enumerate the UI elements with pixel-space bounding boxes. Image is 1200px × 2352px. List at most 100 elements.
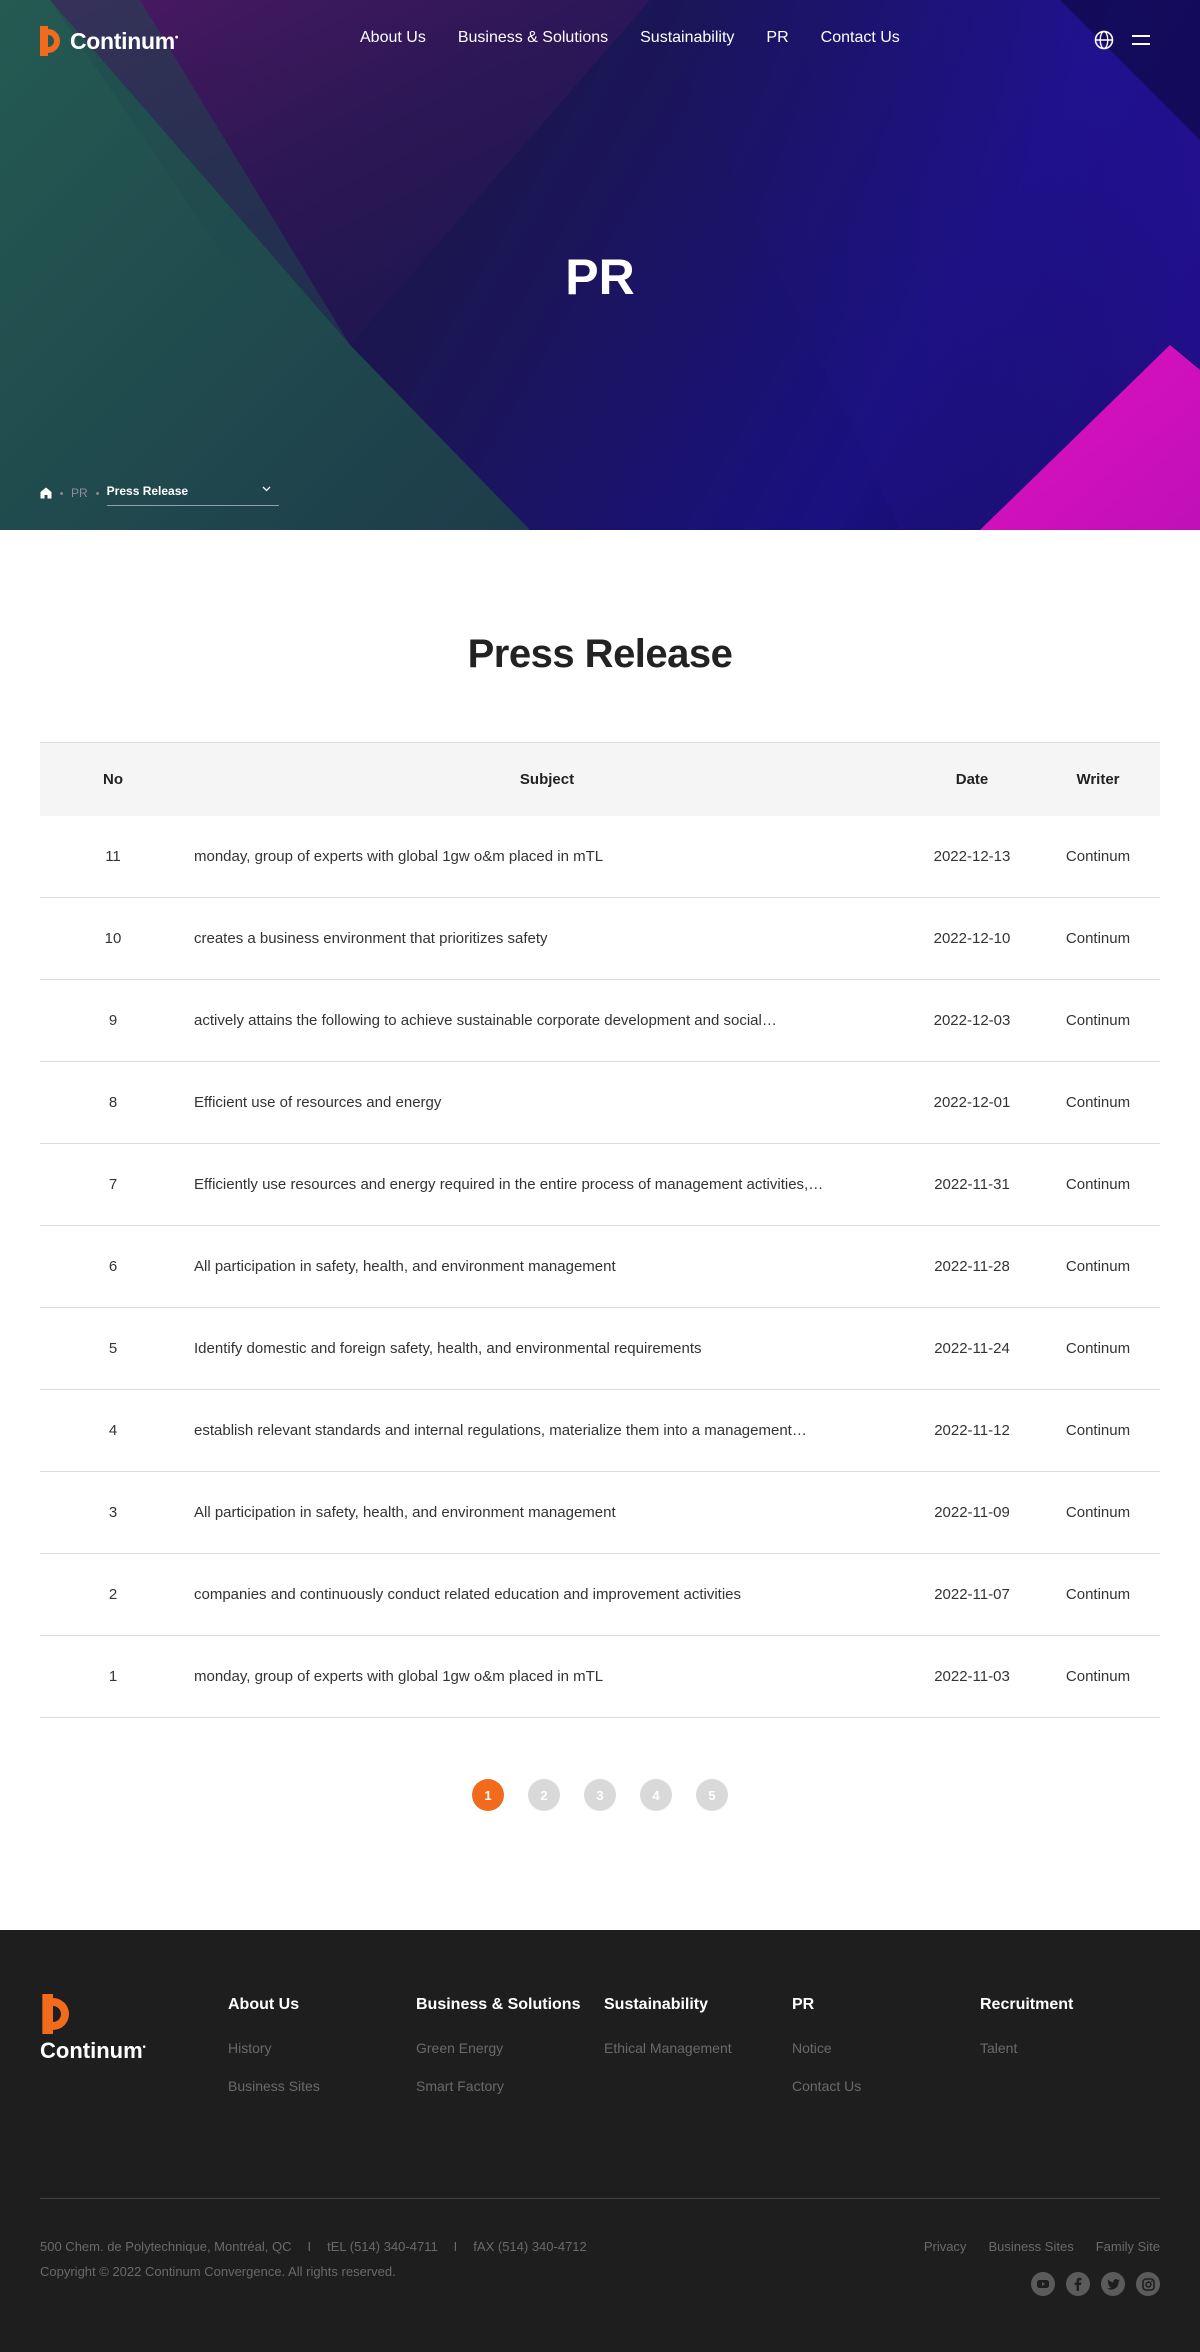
footer-col-title[interactable]: About Us	[228, 1996, 320, 2014]
row-subject-link[interactable]: Efficient use of resources and energy	[186, 1094, 908, 1111]
brand-trademark: •	[174, 31, 179, 43]
row-subject-link[interactable]: monday, group of experts with global 1gw…	[186, 1668, 908, 1685]
hamburger-menu-icon[interactable]	[1132, 33, 1150, 47]
row-writer: Continum	[1065, 1668, 1131, 1685]
footer-separator: I	[307, 2239, 312, 2254]
page-button-4[interactable]: 4	[640, 1779, 672, 1811]
twitter-icon[interactable]	[1101, 2272, 1125, 2296]
footer-link-contact-us[interactable]: Contact Us	[792, 2078, 861, 2094]
row-subject-link[interactable]: All participation in safety, health, and…	[186, 1258, 908, 1275]
table-row[interactable]: 5 Identify domestic and foreign safety, h…	[40, 1308, 1160, 1390]
row-date: 2022-12-13	[933, 848, 1011, 865]
footer-col-title[interactable]: Sustainability	[604, 1996, 732, 2014]
table-row[interactable]: 1 monday, group of experts with global 1g…	[40, 1636, 1160, 1718]
page-button-1[interactable]: 1	[472, 1779, 504, 1811]
row-date: 2022-12-01	[933, 1094, 1011, 1111]
breadcrumb-current: Press Release	[106, 483, 189, 498]
facebook-icon[interactable]	[1066, 2272, 1090, 2296]
row-writer: Continum	[1065, 1012, 1131, 1029]
continum-logo-icon	[40, 26, 60, 56]
table-row[interactable]: 3 All participation in safety, health, an…	[40, 1472, 1160, 1554]
header-date: Date	[955, 771, 989, 788]
footer-col-title[interactable]: Recruitment	[980, 1996, 1073, 2014]
footer-col-business: Business & Solutions Green Energy Smart …	[416, 1996, 580, 2116]
row-subject-link[interactable]: All participation in safety, health, and…	[186, 1504, 908, 1521]
hero-banner: Continum• About Us Business & Solutions …	[0, 0, 1200, 530]
footer-link-talent[interactable]: Talent	[980, 2040, 1073, 2056]
footer-logo[interactable]: Continum•	[40, 1994, 146, 2064]
page-button-2[interactable]: 2	[528, 1779, 560, 1811]
table-row[interactable]: 7 Efficiently use resources and energy re…	[40, 1144, 1160, 1226]
row-subject-link[interactable]: establish relevant standards and interna…	[186, 1422, 908, 1439]
footer-link-green-energy[interactable]: Green Energy	[416, 2040, 580, 2056]
table-header: No Subject Date Writer	[40, 742, 1160, 816]
header-writer: Writer	[1076, 771, 1120, 788]
instagram-icon[interactable]	[1136, 2272, 1160, 2296]
globe-icon[interactable]	[1094, 30, 1114, 50]
footer-link-business-sites-legal[interactable]: Business Sites	[988, 2239, 1073, 2254]
page-button-5[interactable]: 5	[696, 1779, 728, 1811]
home-icon[interactable]	[40, 487, 52, 499]
footer-fax: fAX (514) 340-4712	[473, 2239, 587, 2254]
row-subject-link[interactable]: companies and continuously conduct relat…	[186, 1586, 908, 1603]
nav-contact-us[interactable]: Contact Us	[821, 29, 900, 47]
table-row[interactable]: 9 actively attains the following to achie…	[40, 980, 1160, 1062]
footer-divider	[40, 2198, 1160, 2199]
footer-col-sustainability: Sustainability Ethical Management	[604, 1996, 732, 2078]
brand-name: Continum•	[70, 27, 179, 54]
footer-copyright: Copyright © 2022 Continum Convergence. A…	[40, 2264, 396, 2279]
main-menu: About Us Business & Solutions Sustainabi…	[360, 29, 900, 47]
row-date: 2022-11-28	[934, 1258, 1010, 1275]
row-subject-link[interactable]: Efficiently use resources and energy req…	[186, 1176, 908, 1193]
row-subject-link[interactable]: actively attains the following to achiev…	[186, 1012, 908, 1029]
youtube-icon[interactable]	[1031, 2272, 1055, 2296]
row-number: 10	[104, 930, 122, 947]
row-number: 8	[108, 1094, 118, 1111]
table-row[interactable]: 8 Efficient use of resources and energy 20…	[40, 1062, 1160, 1144]
table-row[interactable]: 4 establish relevant standards and intern…	[40, 1390, 1160, 1472]
footer-link-privacy[interactable]: Privacy	[924, 2239, 967, 2254]
page-title: Press Release	[467, 632, 733, 676]
row-subject-link[interactable]: creates a business environment that prio…	[186, 930, 908, 947]
row-writer: Continum	[1065, 1258, 1131, 1275]
row-number: 2	[108, 1586, 118, 1603]
row-subject-link[interactable]: Identify domestic and foreign safety, he…	[186, 1340, 908, 1357]
table-row[interactable]: 2 companies and continuously conduct rela…	[40, 1554, 1160, 1636]
footer-separator: I	[453, 2239, 458, 2254]
footer-address: 500 Chem. de Polytechnique, Montréal, QC	[40, 2239, 292, 2254]
table-row[interactable]: 6 All participation in safety, health, an…	[40, 1226, 1160, 1308]
row-number: 9	[108, 1012, 118, 1029]
footer-brand-name: Continum•	[40, 2038, 146, 2063]
footer-link-smart-factory[interactable]: Smart Factory	[416, 2078, 580, 2094]
footer: Continum• About Us History Business Site…	[0, 1930, 1200, 2352]
footer-link-family-site[interactable]: Family Site	[1096, 2239, 1160, 2254]
header-subject: Subject	[519, 771, 575, 788]
table-row[interactable]: 11 monday, group of experts with global 1…	[40, 816, 1160, 898]
row-writer: Continum	[1065, 1504, 1131, 1521]
table-row[interactable]: 10 creates a business environment that pr…	[40, 898, 1160, 980]
footer-link-business-sites[interactable]: Business Sites	[228, 2078, 320, 2094]
row-number: 3	[108, 1504, 118, 1521]
row-number: 7	[108, 1176, 118, 1193]
footer-col-title[interactable]: PR	[792, 1996, 861, 2014]
footer-link-ethical-management[interactable]: Ethical Management	[604, 2040, 732, 2056]
row-subject-link[interactable]: monday, group of experts with global 1gw…	[186, 848, 908, 865]
footer-link-notice[interactable]: Notice	[792, 2040, 861, 2056]
footer-col-title[interactable]: Business & Solutions	[416, 1996, 580, 2014]
nav-business-solutions[interactable]: Business & Solutions	[458, 29, 608, 47]
page-button-3[interactable]: 3	[584, 1779, 616, 1811]
footer-col-recruitment: Recruitment Talent	[980, 1996, 1073, 2078]
row-writer: Continum	[1065, 1340, 1131, 1357]
header-no: No	[103, 771, 123, 788]
breadcrumb-section-select[interactable]: Press Release	[106, 480, 279, 506]
header-logo[interactable]: Continum•	[40, 26, 178, 56]
nav-pr[interactable]: PR	[766, 29, 788, 47]
row-writer: Continum	[1065, 1586, 1131, 1603]
breadcrumb-pr[interactable]: PR	[71, 486, 88, 500]
footer-link-history[interactable]: History	[228, 2040, 320, 2056]
row-writer: Continum	[1065, 1176, 1131, 1193]
row-writer: Continum	[1065, 1422, 1131, 1439]
nav-sustainability[interactable]: Sustainability	[640, 29, 734, 47]
row-number: 1	[108, 1668, 118, 1685]
nav-about-us[interactable]: About Us	[360, 29, 426, 47]
